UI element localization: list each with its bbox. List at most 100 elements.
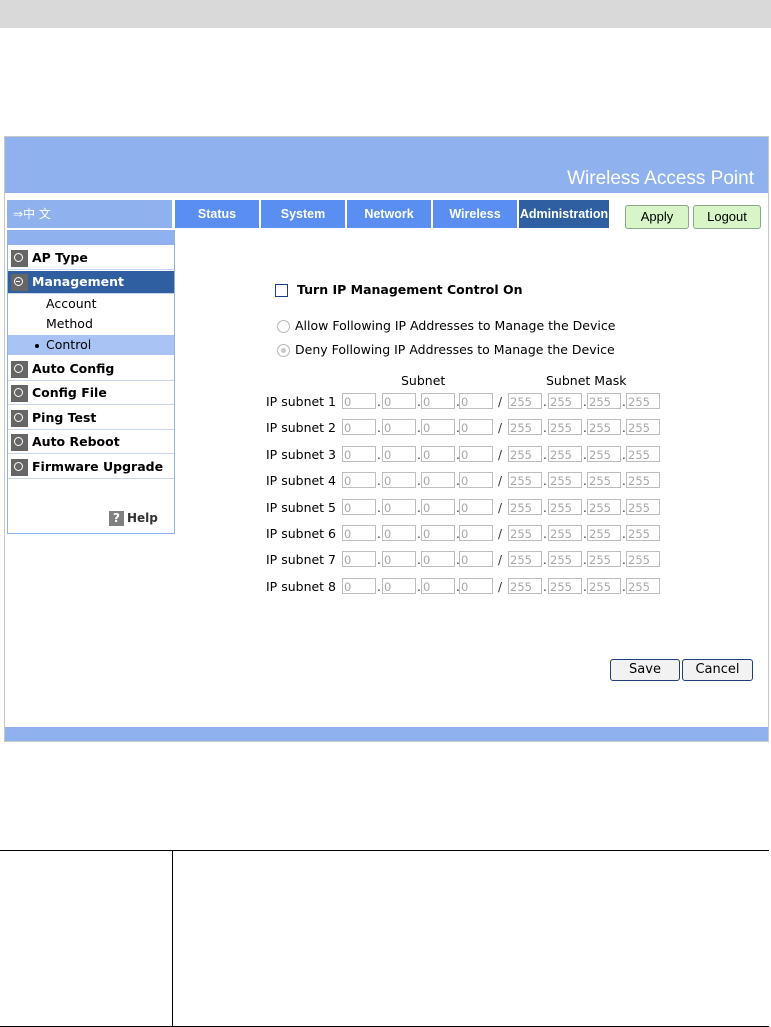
subnet-ip-octet-field[interactable]: 0 (459, 578, 493, 594)
subnet-ip-octet-field[interactable]: 0 (459, 551, 493, 567)
subnet-mask-octet-field[interactable]: 255 (587, 525, 621, 541)
subnet-mask-octet-field[interactable]: 255 (548, 419, 582, 435)
logout-button[interactable]: Logout (693, 205, 761, 229)
subnet-ip-octet-field[interactable]: 0 (382, 472, 416, 488)
subnet-mask-octet-field[interactable]: 255 (508, 419, 542, 435)
sidebar-item-ping-test[interactable]: Ping Test (8, 407, 174, 430)
subnet-mask-octet-field[interactable]: 255 (508, 578, 542, 594)
subnet-ip-octet-field[interactable]: 0 (421, 393, 455, 409)
octet-dot: . (543, 501, 547, 515)
subnet-ip-octet-field[interactable]: 0 (459, 472, 493, 488)
subnet-mask-octet-field[interactable]: 255 (548, 393, 582, 409)
subnet-ip-octet-field[interactable]: 0 (342, 446, 376, 462)
sidebar-subitem-method[interactable]: Method (8, 314, 174, 334)
subnet-ip-octet-field[interactable]: 0 (342, 393, 376, 409)
subnet-ip-octet-field[interactable]: 0 (342, 499, 376, 515)
subnet-mask-octet-field[interactable]: 255 (508, 499, 542, 515)
sidebar-subitem-control[interactable]: Control (8, 335, 174, 355)
sidebar-item-firmware-upgrade[interactable]: Firmware Upgrade (8, 456, 174, 479)
subnet-ip-octet-field[interactable]: 0 (382, 499, 416, 515)
sidebar-item-label: Firmware Upgrade (32, 459, 164, 474)
octet-dot: . (377, 553, 381, 567)
subnet-ip-octet-field[interactable]: 0 (382, 578, 416, 594)
sidebar-item-management[interactable]: Management (8, 271, 174, 294)
subnet-mask-octet-field[interactable]: 255 (548, 499, 582, 515)
subnet-ip-octet-field[interactable]: 0 (382, 419, 416, 435)
subnet-ip-octet-field[interactable]: 0 (459, 525, 493, 541)
octet-dot: . (377, 395, 381, 409)
subnet-ip-octet-field[interactable]: 0 (342, 472, 376, 488)
subnet-mask-octet-field[interactable]: 255 (626, 578, 660, 594)
subnet-ip-octet-field[interactable]: 0 (421, 525, 455, 541)
subnet-mask-octet-field[interactable]: 255 (587, 419, 621, 435)
subnet-mask-octet-field[interactable]: 255 (508, 446, 542, 462)
header-banner: Wireless Access Point (5, 137, 768, 193)
subnet-ip-octet-field[interactable]: 0 (421, 578, 455, 594)
subnet-mask-octet-field[interactable]: 255 (626, 551, 660, 567)
help-link[interactable]: ? Help (109, 511, 158, 526)
deny-radio[interactable] (277, 344, 290, 357)
cancel-button[interactable]: Cancel (682, 659, 753, 681)
subnet-mask-octet-field[interactable]: 255 (626, 525, 660, 541)
tab-status[interactable]: Status (175, 200, 259, 228)
subnet-mask-octet-field[interactable]: 255 (587, 472, 621, 488)
subnet-ip-octet-field[interactable]: 0 (382, 446, 416, 462)
ip-management-checkbox[interactable] (275, 284, 288, 297)
help-label: Help (127, 511, 158, 525)
sidebar-item-ap-type[interactable]: AP Type (8, 247, 174, 270)
subnet-ip-octet-field[interactable]: 0 (421, 551, 455, 567)
subnet-mask-octet-field[interactable]: 255 (626, 419, 660, 435)
subnet-mask-octet-field[interactable]: 255 (626, 472, 660, 488)
subnet-ip-octet-field[interactable]: 0 (459, 419, 493, 435)
sidebar-item-auto-config[interactable]: Auto Config (8, 358, 174, 381)
subnet-mask-octet-field[interactable]: 255 (508, 525, 542, 541)
subnet-ip-octet-field[interactable]: 0 (382, 525, 416, 541)
subnet-ip-octet-field[interactable]: 0 (342, 419, 376, 435)
subnet-mask-octet-field[interactable]: 255 (548, 525, 582, 541)
subnet-mask-octet-field[interactable]: 255 (548, 551, 582, 567)
subnet-mask-octet-field[interactable]: 255 (587, 499, 621, 515)
allow-radio[interactable] (277, 320, 290, 333)
subnet-mask-octet-field[interactable]: 255 (626, 446, 660, 462)
subnet-ip-octet-field[interactable]: 0 (342, 525, 376, 541)
sidebar-item-config-file[interactable]: Config File (8, 382, 174, 405)
subnet-ip-octet-field[interactable]: 0 (421, 446, 455, 462)
subnet-mask-octet-field[interactable]: 255 (508, 551, 542, 567)
subnet-ip-octet-field[interactable]: 0 (421, 499, 455, 515)
subnet-mask-octet-field[interactable]: 255 (587, 578, 621, 594)
subnet-mask-octet-field[interactable]: 255 (626, 393, 660, 409)
sidebar-subitem-account[interactable]: Account (8, 294, 174, 314)
subnet-mask-octet-field[interactable]: 255 (587, 393, 621, 409)
apply-button[interactable]: Apply (625, 205, 689, 229)
tab-administration[interactable]: Administration (519, 200, 609, 228)
subnet-mask-octet-field[interactable]: 255 (626, 499, 660, 515)
subnet-ip-octet-field[interactable]: 0 (342, 578, 376, 594)
tab-network[interactable]: Network (347, 200, 431, 228)
mask-slash: / (498, 474, 503, 488)
tab-wireless[interactable]: Wireless (433, 200, 517, 228)
subnet-ip-octet-field[interactable]: 0 (421, 419, 455, 435)
subnet-ip-octet-field[interactable]: 0 (382, 551, 416, 567)
tab-system[interactable]: System (261, 200, 345, 228)
subnet-mask-octet-field[interactable]: 255 (548, 578, 582, 594)
sidebar-item-label: AP Type (32, 250, 88, 265)
subnet-ip-octet-field[interactable]: 0 (459, 393, 493, 409)
subnet-mask-octet-field[interactable]: 255 (587, 446, 621, 462)
subnet-ip-octet-field[interactable]: 0 (459, 499, 493, 515)
subnet-mask-octet-field[interactable]: 255 (508, 472, 542, 488)
language-link[interactable]: ⇒中 文 (13, 205, 51, 222)
subnet-mask-octet-field[interactable]: 255 (548, 446, 582, 462)
subnet-ip-octet-field[interactable]: 0 (421, 472, 455, 488)
sidebar-item-auto-reboot[interactable]: Auto Reboot (8, 431, 174, 454)
subnet-ip-octet-field[interactable]: 0 (342, 551, 376, 567)
subnet-mask-octet-field[interactable]: 255 (548, 472, 582, 488)
subnet-ip-octet-field[interactable]: 0 (382, 393, 416, 409)
save-button[interactable]: Save (610, 659, 680, 681)
ip-management-checkbox-label: Turn IP Management Control On (297, 282, 523, 297)
subnet-ip-octet-field[interactable]: 0 (459, 446, 493, 462)
subnet-mask-octet-field[interactable]: 255 (587, 551, 621, 567)
mask-slash: / (498, 421, 503, 435)
circle-icon (11, 361, 28, 378)
subnet-mask-octet-field[interactable]: 255 (508, 393, 542, 409)
circle-icon (11, 459, 28, 476)
